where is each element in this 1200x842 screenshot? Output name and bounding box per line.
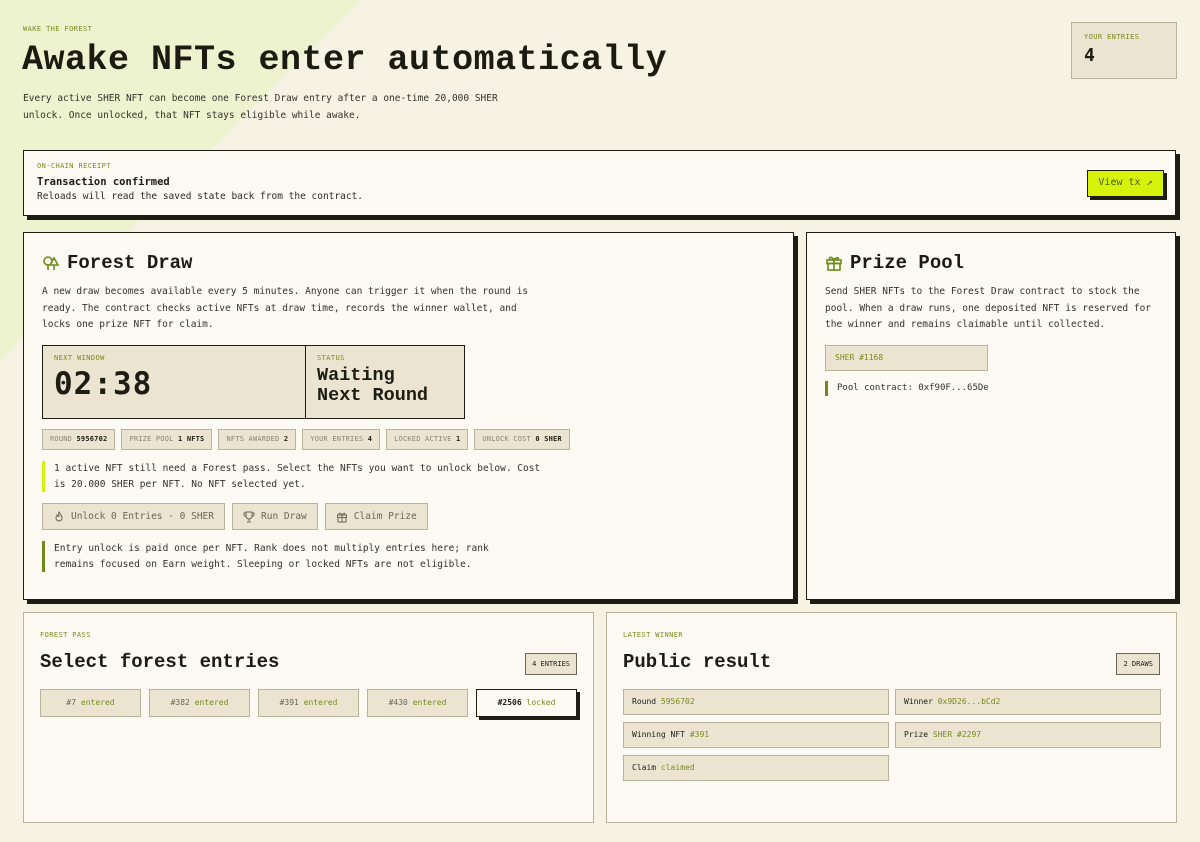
result-winner: Winner 0x9D26...bCd2 — [895, 689, 1161, 715]
hero-description: Every active SHER NFT can become one For… — [23, 93, 498, 121]
unlock-entries-button[interactable]: Unlock 0 Entries - 0 SHER — [42, 503, 225, 530]
nft-entry-382[interactable]: #382 entered — [149, 689, 250, 717]
pool-contract-address: Pool contract: 0xf90F...65De — [825, 381, 989, 396]
latest-winner-card: LATEST WINNER Public result 2 DRAWS Roun… — [606, 612, 1177, 823]
forest-pass-eyebrow: FOREST PASS — [40, 631, 91, 639]
nft-entry-391[interactable]: #391 entered — [258, 689, 359, 717]
receipt-eyebrow: ON-CHAIN RECEIPT — [37, 162, 111, 170]
nft-selection-list: #7 entered #382 entered #391 entered #43… — [40, 689, 577, 717]
prize-pool-card: Prize Pool Send SHER NFTs to the Forest … — [806, 232, 1176, 600]
result-round: Round 5956702 — [623, 689, 889, 715]
receipt-title: Transaction confirmed — [37, 176, 170, 188]
onchain-receipt: ON-CHAIN RECEIPT Transaction confirmed R… — [23, 150, 1176, 216]
forest-pass-card: FOREST PASS Select forest entries 4 ENTR… — [23, 612, 594, 823]
status-cell: STATUS Waiting Next Round — [306, 346, 439, 418]
run-draw-button[interactable]: Run Draw — [232, 503, 318, 530]
receipt-subtitle: Reloads will read the saved state back f… — [37, 191, 364, 202]
status-line-2: Next Round — [317, 385, 429, 406]
forest-draw-title: Forest Draw — [67, 252, 193, 274]
prize-pool-title: Prize Pool — [850, 252, 965, 274]
stat-round: ROUND 5956702 — [42, 429, 116, 450]
prize-pool-description: Send SHER NFTs to the Forest Draw contra… — [825, 286, 1152, 330]
status-label: STATUS — [317, 354, 345, 362]
your-entries-value: 4 — [1084, 45, 1095, 66]
draws-count-badge: 2 DRAWS — [1116, 653, 1160, 675]
hero-eyebrow: WAKE THE FOREST — [23, 25, 93, 33]
timer-status-box: NEXT WINDOW 02:38 STATUS Waiting Next Ro… — [42, 345, 465, 419]
unlock-notice: 1 active NFT still need a Forest pass. S… — [42, 461, 552, 492]
claim-prize-button[interactable]: Claim Prize — [324, 503, 428, 530]
stat-your-entries: YOUR ENTRIES 4 — [302, 429, 381, 450]
page-title: Awake NFTs enter automatically — [22, 40, 668, 80]
status-value: Waiting Next Round — [317, 366, 428, 406]
result-claim: Claim claimed — [623, 755, 889, 781]
next-window-label: NEXT WINDOW — [54, 354, 105, 362]
result-winning-nft: Winning NFT #391 — [623, 722, 889, 748]
stat-unlock-cost: UNLOCK COST 0 SHER — [474, 429, 570, 450]
trophy-icon — [243, 511, 255, 522]
status-line-1: Waiting — [317, 365, 395, 386]
latest-winner-title: Public result — [623, 651, 772, 673]
nft-entry-2506[interactable]: #2506 locked — [476, 689, 577, 717]
prize-pool-heading: Prize Pool — [825, 252, 964, 274]
forest-pass-title: Select forest entries — [40, 651, 280, 673]
next-window-cell: NEXT WINDOW 02:38 — [43, 346, 306, 418]
claim-prize-label: Claim Prize — [353, 511, 417, 522]
next-window-countdown: 02:38 — [54, 366, 153, 402]
forest-draw-heading: Forest Draw — [42, 252, 192, 274]
unlock-entries-label: Unlock 0 Entries - 0 SHER — [71, 511, 214, 522]
stat-prize-pool: PRIZE POOL 1 NFTs — [121, 429, 213, 450]
forest-draw-card: Forest Draw A new draw becomes available… — [23, 232, 794, 600]
flame-icon — [55, 510, 63, 521]
result-prize: Prize SHER #2297 — [895, 722, 1161, 748]
stat-locked-active: LOCKED ACTIVE 1 — [386, 429, 469, 450]
your-entries-label: YOUR ENTRIES — [1084, 33, 1140, 41]
nft-entry-430[interactable]: #430 entered — [367, 689, 468, 717]
stats-row: ROUND 5956702 PRIZE POOL 1 NFTs NFTS AWA… — [42, 429, 570, 450]
gift-icon — [825, 254, 843, 272]
trees-icon — [42, 254, 60, 272]
your-entries-box: YOUR ENTRIES 4 — [1071, 22, 1177, 79]
entries-count-badge: 4 ENTRIES — [525, 653, 577, 675]
view-tx-button[interactable]: View tx ↗ — [1087, 170, 1164, 197]
forest-draw-description: A new draw becomes available every 5 min… — [42, 286, 529, 330]
unlock-footnote: Entry unlock is paid once per NFT. Rank … — [42, 541, 532, 572]
gift-icon — [336, 512, 347, 522]
action-buttons: Unlock 0 Entries - 0 SHER Run Draw Claim… — [42, 503, 428, 530]
prize-nft-chip[interactable]: SHER #1168 — [825, 345, 988, 371]
stat-nfts-awarded: NFTS AWARDED 2 — [218, 429, 297, 450]
run-draw-label: Run Draw — [261, 511, 307, 522]
latest-winner-eyebrow: LATEST WINNER — [623, 631, 683, 639]
nft-entry-7[interactable]: #7 entered — [40, 689, 141, 717]
